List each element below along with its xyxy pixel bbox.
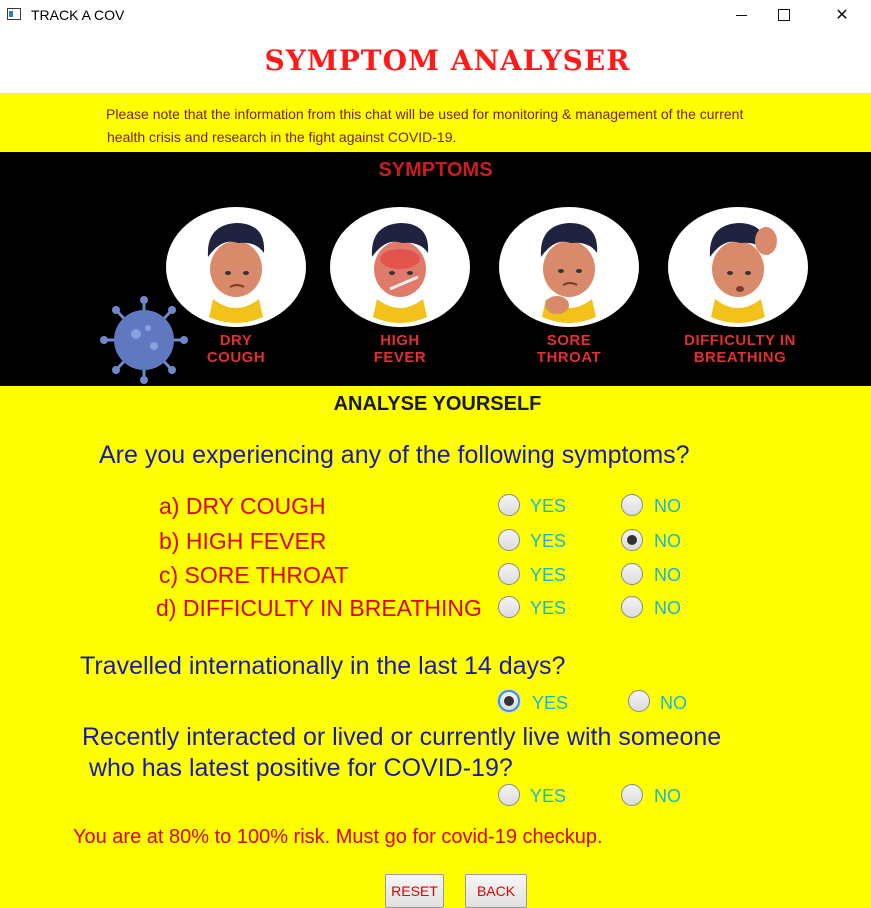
sore-throat-no-label[interactable]: NO (654, 565, 681, 586)
notice-line-1: Please note that the information from th… (106, 106, 744, 122)
risk-result: You are at 80% to 100% risk. Must go for… (73, 826, 603, 848)
close-icon: ✕ (835, 7, 849, 24)
dry-cough-yes-label[interactable]: YES (530, 496, 566, 517)
symptom-label-sore-throat: SORE THROAT (536, 332, 602, 366)
window-titlebar: TRACK A COV ✕ (0, 0, 871, 30)
breathing-no-label[interactable]: NO (654, 598, 681, 619)
contact-no-radio[interactable] (621, 784, 643, 806)
question-contact-line-2: who has latest positive for COVID-19? (82, 754, 513, 782)
row-label-dry-cough: a) DRY COUGH (159, 493, 326, 519)
breathing-face-icon (709, 223, 777, 323)
row-label-breathing: d) DIFFICULTY IN BREATHING (156, 595, 482, 621)
question-symptoms: Are you experiencing any of the followin… (99, 441, 690, 469)
breathing-yes-radio[interactable] (498, 596, 520, 618)
high-fever-no-label[interactable]: NO (654, 531, 681, 552)
maximize-icon (778, 9, 790, 21)
dry-cough-yes-radio[interactable] (498, 494, 520, 516)
back-button[interactable]: BACK (465, 874, 527, 908)
travel-no-label[interactable]: NO (660, 693, 687, 714)
row-label-high-fever: b) HIGH FEVER (159, 528, 327, 554)
sore-throat-face-icon (540, 223, 598, 323)
app-icon (7, 8, 21, 20)
dry-cough-no-radio[interactable] (621, 494, 643, 516)
high-fever-no-radio[interactable] (621, 529, 643, 551)
sore-throat-no-radio[interactable] (621, 563, 643, 585)
minimize-button[interactable] (718, 0, 764, 30)
high-fever-yes-label[interactable]: YES (530, 531, 566, 552)
maximize-button[interactable] (761, 0, 807, 30)
minimize-icon (735, 14, 747, 16)
header: SYMPTOM ANALYSER (0, 30, 871, 93)
section-title: ANALYSE YOURSELF (333, 393, 542, 415)
contact-yes-label[interactable]: YES (530, 786, 566, 807)
travel-yes-radio[interactable] (498, 690, 520, 712)
travel-yes-label[interactable]: YES (532, 693, 568, 714)
symptom-label-dry-cough: DRY COUGH (206, 332, 266, 366)
high-fever-yes-radio[interactable] (498, 529, 520, 551)
contact-yes-radio[interactable] (498, 784, 520, 806)
breathing-image (668, 207, 808, 327)
window-title: TRACK A COV (31, 7, 125, 23)
high-fever-image (330, 207, 470, 327)
dry-cough-face-icon (207, 223, 265, 323)
notice-line-2: health crisis and research in the fight … (107, 129, 457, 145)
contact-no-label[interactable]: NO (654, 786, 681, 807)
row-label-sore-throat: c) SORE THROAT (159, 562, 349, 588)
reset-button[interactable]: RESET (385, 874, 444, 908)
symptoms-banner: SYMPTOMS DRY COUGH HIGH FEVER SORE THROA… (0, 152, 871, 386)
symptom-label-breathing: DIFFICULTY IN BREATHING (684, 332, 796, 366)
breathing-no-radio[interactable] (621, 596, 643, 618)
privacy-notice: Please note that the information from th… (106, 103, 826, 149)
sore-throat-yes-radio[interactable] (498, 563, 520, 585)
banner-title: SYMPTOMS (378, 159, 493, 181)
sore-throat-yes-label[interactable]: YES (530, 565, 566, 586)
question-contact: Recently interacted or lived or currentl… (82, 722, 721, 784)
symptom-label-high-fever: HIGH FEVER (373, 332, 427, 366)
travel-no-radio[interactable] (628, 690, 650, 712)
sore-throat-image (499, 207, 639, 327)
dry-cough-no-label[interactable]: NO (654, 496, 681, 517)
question-contact-line-1: Recently interacted or lived or currentl… (82, 723, 722, 751)
dry-cough-image (166, 207, 306, 327)
page-title: SYMPTOM ANALYSER (264, 44, 631, 77)
close-button[interactable]: ✕ (819, 0, 865, 30)
breathing-yes-label[interactable]: YES (530, 598, 566, 619)
question-travel: Travelled internationally in the last 14… (80, 652, 566, 680)
high-fever-face-icon (371, 223, 429, 323)
